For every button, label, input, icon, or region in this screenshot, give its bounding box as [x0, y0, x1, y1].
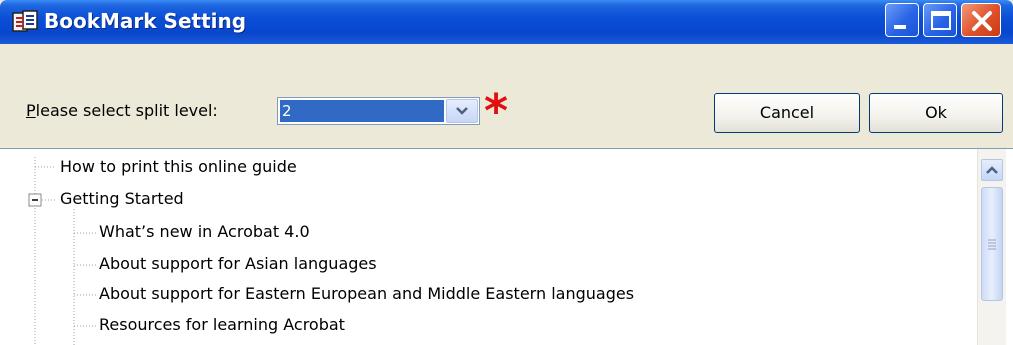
tree-item-eastern-european-languages[interactable]: About support for Eastern European and M… — [99, 284, 634, 303]
tree-item-getting-started[interactable]: Getting Started — [60, 189, 184, 208]
required-marker: * — [484, 84, 509, 138]
collapse-icon[interactable] — [28, 193, 42, 207]
bookmark-tree[interactable]: How to print this online guide Getting S… — [0, 148, 1013, 345]
split-level-label-text: lease select split level: — [35, 101, 218, 120]
maximize-button[interactable] — [923, 3, 957, 37]
split-level-select[interactable]: 2 — [277, 97, 480, 125]
tree-item-whats-new[interactable]: What’s new in Acrobat 4.0 — [99, 222, 310, 241]
bookmark-setting-window: BookMark Setting Please select split lev… — [0, 0, 1013, 345]
scroll-thumb[interactable] — [981, 187, 1003, 301]
close-icon — [972, 11, 992, 31]
split-level-value: 2 — [280, 100, 444, 122]
close-button[interactable] — [961, 3, 1001, 37]
tree-item-print-guide[interactable]: How to print this online guide — [60, 157, 297, 176]
cancel-button[interactable]: Cancel — [714, 93, 860, 133]
tree-item-asian-languages[interactable]: About support for Asian languages — [99, 254, 377, 273]
minimize-icon — [894, 25, 906, 29]
split-level-label-accesskey: P — [26, 101, 36, 120]
ok-button[interactable]: Ok — [869, 93, 1003, 133]
split-level-dropdown-button[interactable] — [446, 99, 478, 123]
tree-item-learning-resources[interactable]: Resources for learning Acrobat — [99, 315, 345, 334]
app-icon — [12, 10, 38, 32]
chevron-down-icon — [456, 107, 468, 115]
split-level-label: Please select split level: — [26, 101, 218, 120]
minimize-button[interactable] — [885, 3, 919, 37]
maximize-icon — [931, 11, 951, 30]
scroll-up-button[interactable] — [981, 159, 1003, 181]
window-title: BookMark Setting — [44, 9, 247, 33]
chevron-up-icon — [986, 166, 998, 174]
title-bar[interactable]: BookMark Setting — [0, 0, 1013, 44]
vertical-scrollbar[interactable] — [977, 149, 1006, 345]
grip-icon — [988, 239, 996, 250]
